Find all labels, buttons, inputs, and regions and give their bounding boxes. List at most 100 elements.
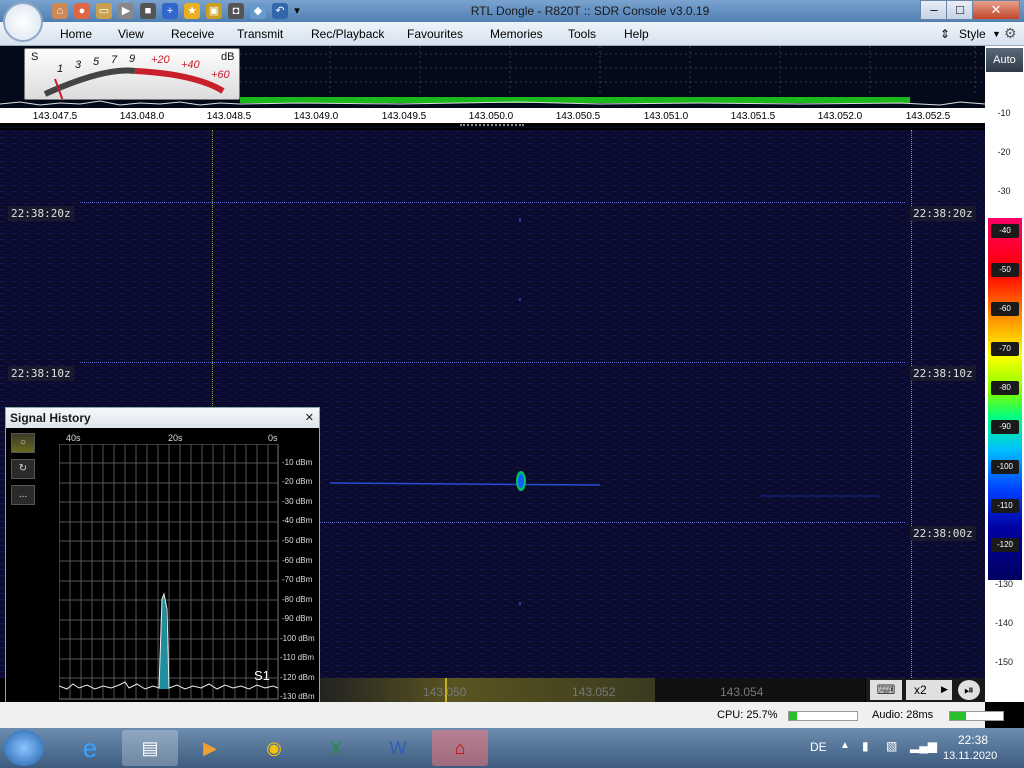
- style-dropdown-icon[interactable]: ▼: [992, 29, 1001, 39]
- stop-icon[interactable]: ■: [140, 3, 156, 19]
- more-button[interactable]: ...: [11, 485, 35, 505]
- start-button[interactable]: [4, 730, 44, 766]
- s-reading: S1: [254, 668, 270, 683]
- menu-bar: Home View Receive Transmit Rec/Playback …: [0, 22, 1024, 46]
- freq-tick: 143.048.5: [206, 111, 252, 122]
- status-bar: CPU: 25.7% Audio: 28ms: [320, 702, 1004, 728]
- history-db-label: -10 dBm: [282, 458, 313, 467]
- menu-favourites[interactable]: Favourites: [407, 27, 463, 41]
- db-label: -130: [994, 579, 1013, 589]
- gear-icon[interactable]: ⚙: [1004, 25, 1017, 42]
- bottom-frequency-bar[interactable]: 143.050 143.052 143.054: [320, 678, 865, 702]
- menu-help[interactable]: Help: [624, 27, 649, 41]
- menu-memories[interactable]: Memories: [490, 27, 543, 41]
- menu-rec-playback[interactable]: Rec/Playback: [311, 27, 384, 41]
- db-tick-60: +60: [211, 69, 230, 81]
- excel-icon[interactable]: X: [308, 730, 364, 766]
- audio-meter: [949, 711, 1004, 721]
- device-icon[interactable]: ▮: [862, 739, 869, 753]
- clock-date[interactable]: 13.11.2020: [943, 750, 997, 762]
- menu-receive[interactable]: Receive: [171, 27, 214, 41]
- cpu-meter: [788, 711, 858, 721]
- clock-time[interactable]: 22:38: [958, 733, 988, 747]
- history-db-label: -110 dBm: [280, 653, 315, 662]
- reset-button[interactable]: ↻: [11, 459, 35, 479]
- style-arrows-icon[interactable]: ⇕: [940, 27, 950, 41]
- record-icon[interactable]: ●: [74, 3, 90, 19]
- language-indicator[interactable]: DE: [810, 740, 827, 754]
- freq-tick: 143.049.0: [293, 111, 339, 122]
- zoom-dropdown-icon[interactable]: ▶: [941, 684, 948, 695]
- menu-transmit[interactable]: Transmit: [237, 27, 283, 41]
- skip-button[interactable]: ⏯: [958, 680, 980, 700]
- waterfall-controls: ⌨ x2 ▶ ⏯: [866, 678, 985, 702]
- history-db-label: -50 dBm: [282, 536, 313, 545]
- freq-tick: 143.048.0: [119, 111, 165, 122]
- s-tick-1: 1: [57, 63, 64, 75]
- camera-icon[interactable]: ◘: [228, 3, 244, 19]
- menu-tools[interactable]: Tools: [568, 27, 596, 41]
- record-toggle-button[interactable]: ○: [11, 433, 35, 453]
- history-db-label: -130 dBm: [280, 692, 315, 701]
- history-axis-top-label: 0s: [268, 433, 278, 443]
- signal-history-title: Signal History: [10, 411, 91, 425]
- close-icon[interactable]: ✕: [305, 411, 314, 424]
- undo-icon[interactable]: ↶: [272, 3, 288, 19]
- media-player-icon[interactable]: ▶: [182, 730, 238, 766]
- db-label: -50: [991, 263, 1019, 277]
- s-tick-7: 7: [111, 54, 118, 66]
- play-icon[interactable]: ▶: [118, 3, 134, 19]
- s-tick-5: 5: [93, 56, 100, 68]
- db-label: -20: [997, 147, 1011, 157]
- splitter-handle[interactable]: [460, 124, 524, 128]
- folder-icon[interactable]: ▭: [96, 3, 112, 19]
- history-db-label: -120 dBm: [280, 673, 315, 682]
- close-button[interactable]: ✕: [972, 0, 1020, 20]
- file-explorer-icon[interactable]: ▤: [122, 730, 178, 766]
- signal-history-header[interactable]: Signal History ✕: [6, 408, 319, 428]
- bottom-freq-label: 143.052: [572, 685, 616, 699]
- menu-home[interactable]: Home: [60, 27, 92, 41]
- minimize-button[interactable]: –: [920, 0, 948, 20]
- db-tick-40: +40: [181, 59, 200, 71]
- sdr-console-icon[interactable]: ⌂: [432, 730, 488, 766]
- signal-bars-icon[interactable]: ▂▄▆: [910, 739, 937, 753]
- history-db-label: -20 dBm: [282, 477, 313, 486]
- network-icon[interactable]: ▧: [886, 739, 897, 753]
- lock-icon[interactable]: ▣: [206, 3, 222, 19]
- signal-history-graph: [59, 444, 279, 700]
- s-tick-3: 3: [75, 59, 82, 71]
- app-menu-button[interactable]: [3, 2, 43, 42]
- freq-tick: 143.051.0: [643, 111, 689, 122]
- restore-button[interactable]: □: [946, 0, 974, 20]
- home-icon[interactable]: ⌂: [52, 3, 68, 19]
- history-db-label: -30 dBm: [282, 497, 313, 506]
- dropdown-icon[interactable]: ▾: [292, 3, 302, 19]
- chrome-icon[interactable]: ◉: [246, 730, 302, 766]
- style-menu[interactable]: Style: [959, 27, 986, 41]
- time-marker-line: [80, 202, 905, 203]
- menu-view[interactable]: View: [118, 27, 144, 41]
- keyboard-button[interactable]: ⌨: [870, 680, 902, 700]
- timestamp-right: 22:38:20z: [910, 206, 976, 221]
- status-bar-left: [0, 702, 320, 728]
- cpu-meter-fill: [789, 712, 798, 720]
- drop-icon[interactable]: ◆: [250, 3, 266, 19]
- bottom-freq-label: 143.054: [720, 685, 764, 699]
- history-db-label: -60 dBm: [282, 556, 313, 565]
- word-icon[interactable]: W: [370, 730, 426, 766]
- db-label: -110: [991, 499, 1019, 513]
- star-icon[interactable]: ★: [184, 3, 200, 19]
- db-tick-20: +20: [151, 54, 170, 66]
- db-label: -30: [997, 186, 1011, 196]
- add-icon[interactable]: +: [162, 3, 178, 19]
- timestamp-left: 22:38:20z: [8, 206, 74, 221]
- auto-button[interactable]: Auto: [986, 48, 1023, 72]
- internet-explorer-icon[interactable]: e: [62, 730, 118, 766]
- audio-meter-fill: [950, 712, 966, 720]
- db-label: -40: [991, 224, 1019, 238]
- tray-expand-icon[interactable]: ▲: [840, 740, 850, 751]
- timestamp-right: 22:38:00z: [910, 526, 976, 541]
- taskbar: e ▤ ▶ ◉ X W ⌂ DE ▲ ▮ ▧ ▂▄▆ 22:38 13.11.2…: [0, 728, 1024, 768]
- history-db-label: -100 dBm: [280, 634, 315, 643]
